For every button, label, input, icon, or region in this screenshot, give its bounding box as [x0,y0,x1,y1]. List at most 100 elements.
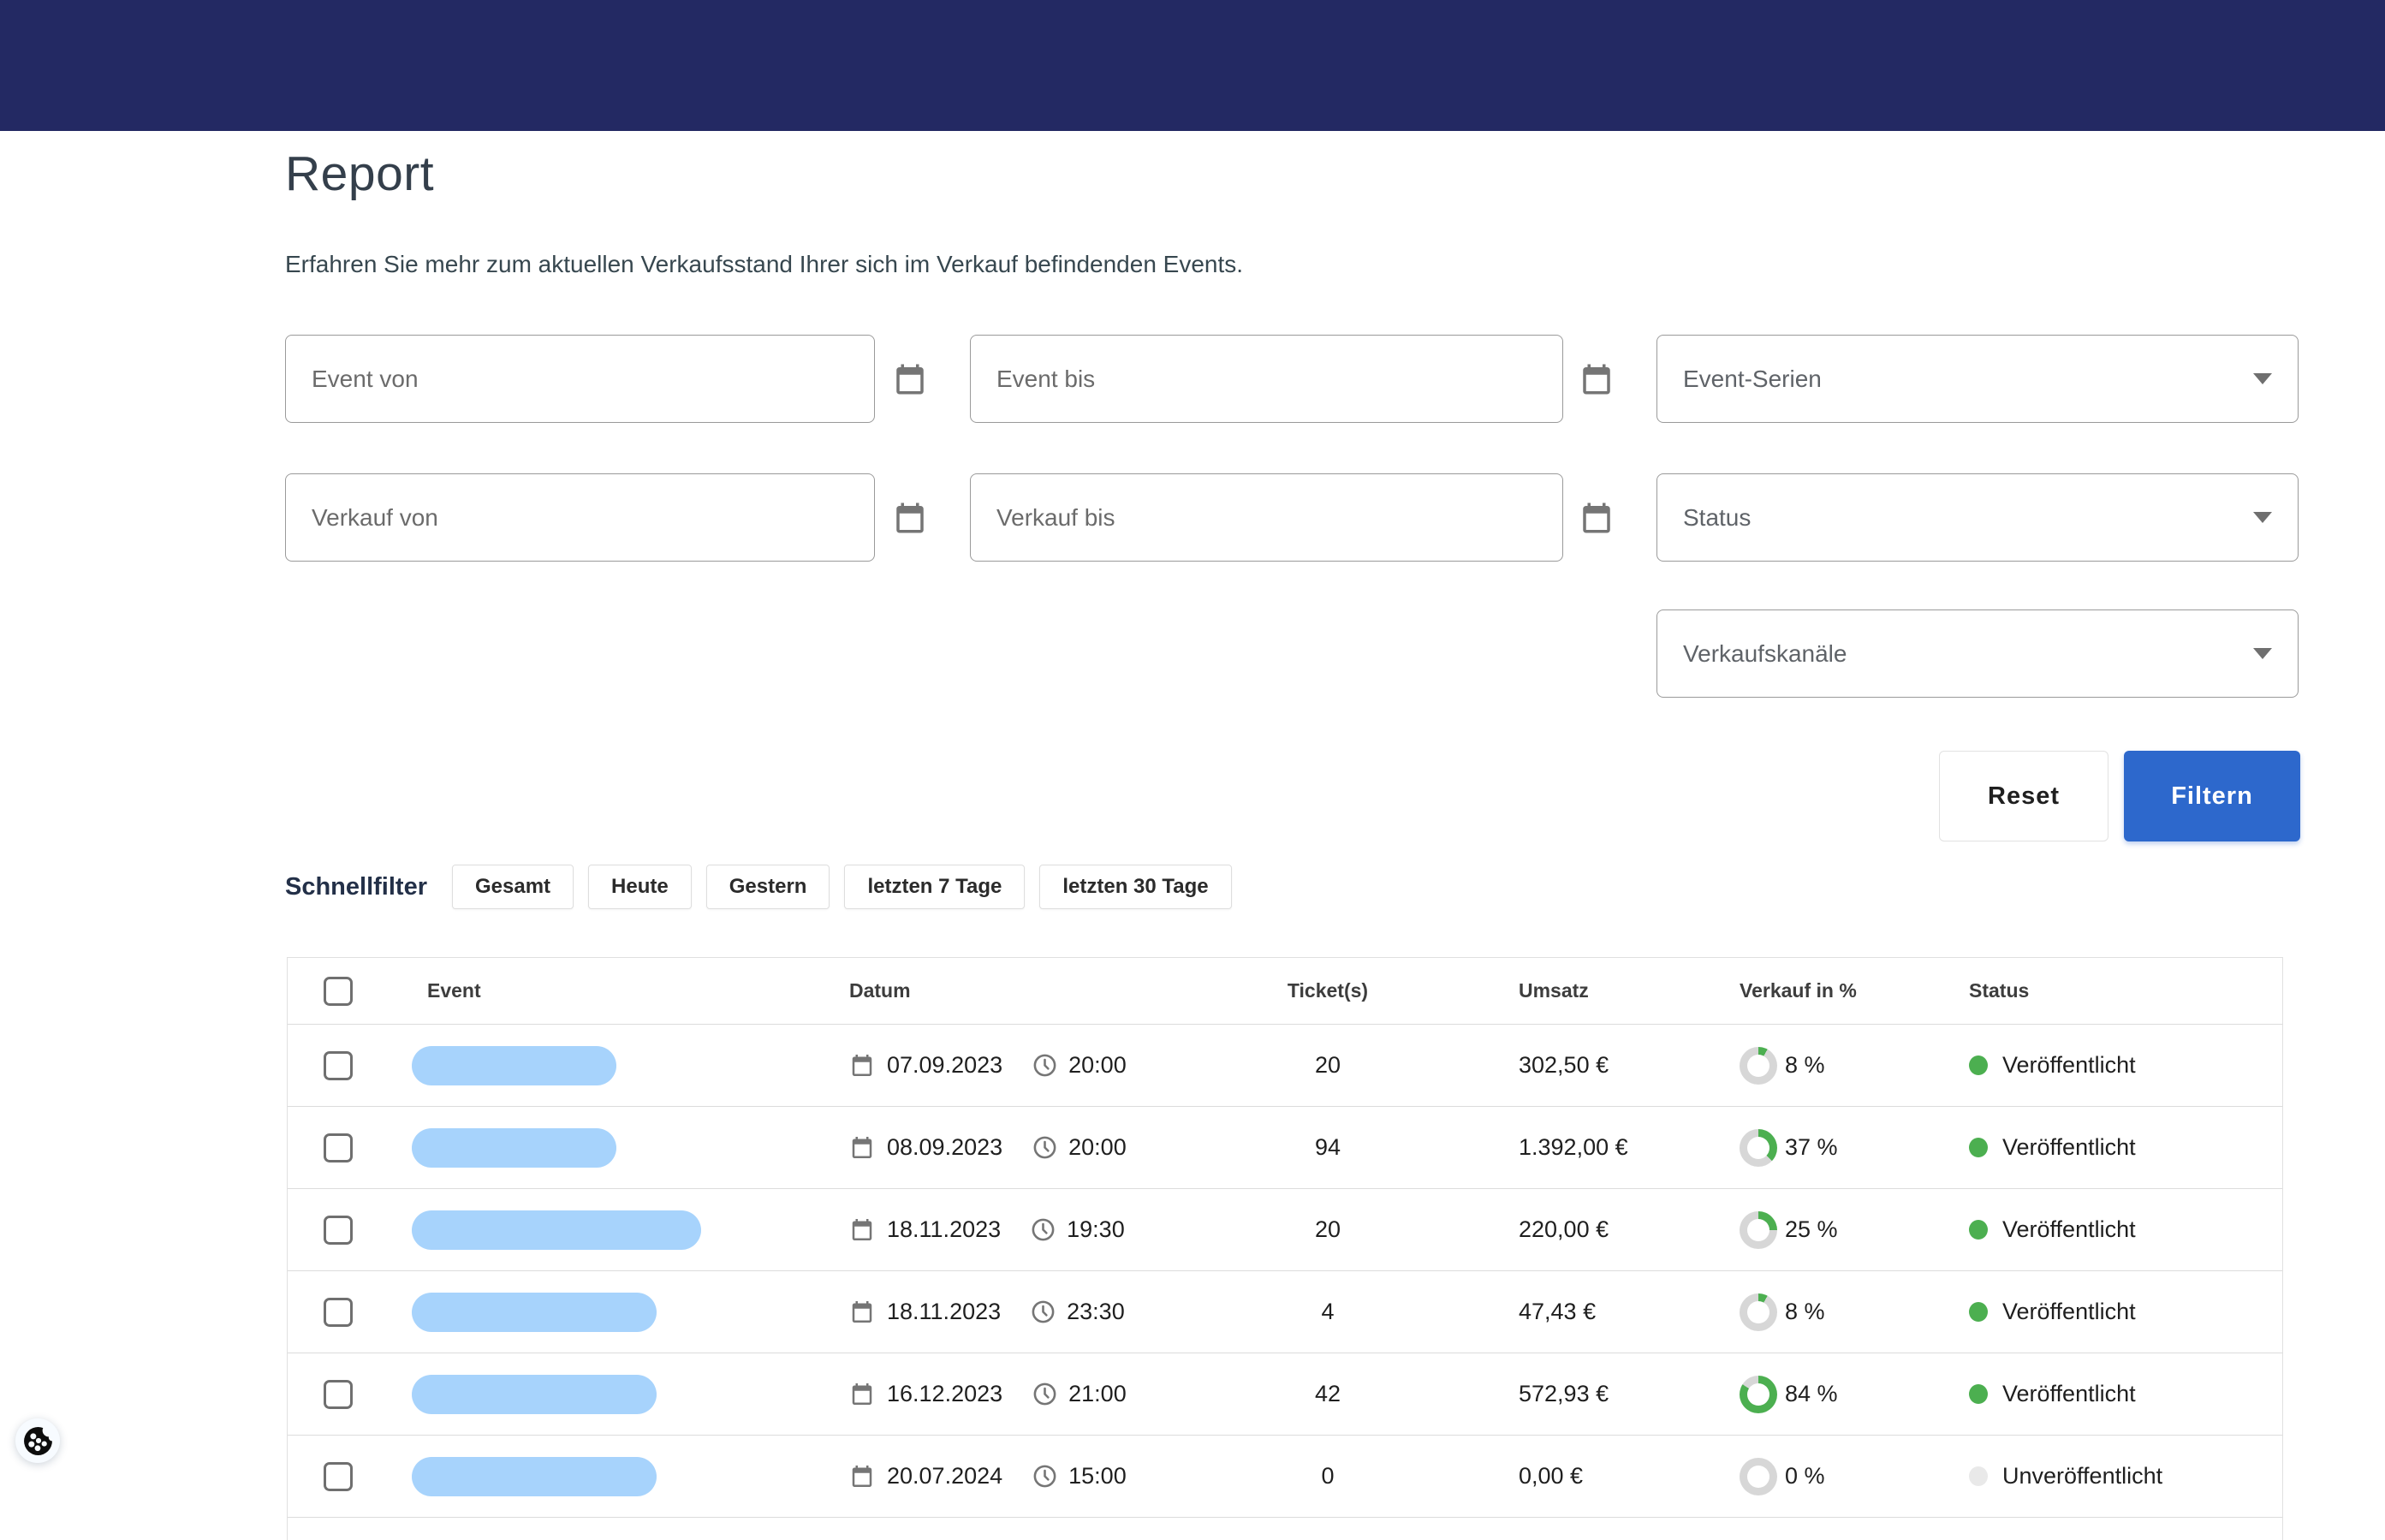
verkauf-bis-input[interactable]: Verkauf bis [970,473,1563,562]
status-badge: Veröffentlicht [2002,1299,2136,1325]
verkauf-cell: 25 % [1740,1211,1969,1249]
event-date: 20.07.2024 [887,1463,1002,1489]
tickets-cell: 4 [1246,1299,1409,1325]
tickets-cell: 20 [1246,1052,1409,1079]
table-row[interactable]: 08.09.2023 20:00 94 1.392,00 € 37 % Verö… [288,1107,2282,1189]
tickets-cell: 0 [1246,1463,1409,1489]
quick-filter-letzten-7-tage[interactable]: letzten 7 Tage [844,865,1025,909]
event-time: 21:00 [1068,1381,1127,1407]
row-checkbox[interactable] [324,1298,353,1327]
quick-filter-heute[interactable]: Heute [588,865,692,909]
event-date: 07.09.2023 [887,1052,1002,1079]
row-checkbox[interactable] [324,1380,353,1409]
column-header-umsatz: Umsatz [1519,979,1740,1002]
select-all-checkbox[interactable] [324,977,353,1006]
quick-filter-gesamt[interactable]: Gesamt [452,865,574,909]
event-von-calendar-button[interactable] [890,359,930,400]
calendar-icon [892,498,928,538]
status-badge: Veröffentlicht [2002,1381,2136,1407]
calendar-icon [849,1380,875,1408]
status-dot [1969,1384,1988,1404]
datum-cell: 08.09.2023 20:00 [849,1133,1246,1162]
top-navbar [0,0,2385,131]
verkauf-bis-placeholder: Verkauf bis [996,504,1115,532]
calendar-icon [1579,498,1615,538]
quick-filter-label: Schnellfilter [285,873,427,901]
status-select[interactable]: Status [1656,473,2299,562]
event-bis-calendar-button[interactable] [1577,359,1616,400]
clock-icon [1032,1463,1058,1489]
umsatz-cell: 0,00 € [1519,1463,1740,1489]
filtern-button[interactable]: Filtern [2124,751,2300,841]
event-date: 18.11.2023 [887,1299,1001,1325]
event-date: 18.11.2023 [887,1216,1001,1243]
sales-percent-donut [1740,1458,1777,1495]
table-header-row: Event Datum Ticket(s) Umsatz Verkauf in … [288,958,2282,1025]
quick-filter-letzten-30-tage[interactable]: letzten 30 Tage [1039,865,1231,909]
datum-cell: 18.11.2023 23:30 [849,1298,1246,1326]
event-bis-placeholder: Event bis [996,366,1095,393]
quick-filter-gestern[interactable]: Gestern [706,865,830,909]
table-row[interactable]: 20.07.2024 15:00 0 0,00 € 0 % Unveröffen… [288,1436,2282,1518]
column-header-verkauf: Verkauf in % [1740,979,1969,1002]
verkauf-cell: 84 % [1740,1376,1969,1413]
calendar-icon [849,1051,875,1079]
verkaufskanaele-select[interactable]: Verkaufskanäle [1656,609,2299,698]
verkauf-cell: 37 % [1740,1129,1969,1167]
tickets-cell: 20 [1246,1216,1409,1243]
table-row[interactable]: 18.11.2023 23:30 4 47,43 € 8 % Veröffent… [288,1271,2282,1353]
clock-icon [1030,1299,1056,1325]
report-page: Report Erfahren Sie mehr zum aktuellen V… [0,0,2385,1540]
row-checkbox[interactable] [324,1051,353,1080]
row-checkbox[interactable] [324,1216,353,1245]
verkauf-bis-calendar-button[interactable] [1577,497,1616,538]
page-subtitle: Erfahren Sie mehr zum aktuellen Verkaufs… [285,251,1243,278]
event-time: 15:00 [1068,1463,1127,1489]
event-date: 08.09.2023 [887,1134,1002,1161]
cookie-settings-button[interactable] [15,1418,60,1463]
event-von-input[interactable]: Event von [285,335,875,423]
tickets-cell: 94 [1246,1134,1409,1161]
status-badge: Veröffentlicht [2002,1216,2136,1243]
filter-row-2: Verkauf von Verkauf bis Status [285,473,2299,562]
table-body: 07.09.2023 20:00 20 302,50 € 8 % Veröffe… [288,1025,2282,1518]
verkauf-cell: 8 % [1740,1047,1969,1085]
event-bis-input[interactable]: Event bis [970,335,1563,423]
verkaufskanaele-label: Verkaufskanäle [1683,640,1847,668]
status-dot [1969,1220,1988,1240]
clock-icon [1032,1134,1058,1161]
event-serien-label: Event-Serien [1683,366,1822,393]
column-header-tickets: Ticket(s) [1246,979,1409,1002]
calendar-icon [849,1298,875,1326]
event-name-pill [412,1293,657,1332]
status-dot [1969,1138,1988,1157]
quick-filter-bar: Schnellfilter Gesamt Heute Gestern letzt… [285,863,1232,911]
table-row[interactable]: 18.11.2023 19:30 20 220,00 € 25 % Veröff… [288,1189,2282,1271]
datum-cell: 18.11.2023 19:30 [849,1216,1246,1244]
status-badge: Veröffentlicht [2002,1052,2136,1079]
table-row[interactable]: 16.12.2023 21:00 42 572,93 € 84 % Veröff… [288,1353,2282,1436]
sales-percent-label: 37 % [1785,1134,1838,1161]
tickets-cell: 42 [1246,1381,1409,1407]
datum-cell: 20.07.2024 15:00 [849,1462,1246,1490]
reset-button[interactable]: Reset [1939,751,2108,841]
row-checkbox[interactable] [324,1133,353,1162]
event-name-pill [412,1210,701,1250]
event-serien-select[interactable]: Event-Serien [1656,335,2299,423]
status-cell: Veröffentlicht [1969,1052,2283,1079]
column-header-status: Status [1969,979,2283,1002]
verkauf-von-calendar-button[interactable] [890,497,930,538]
sales-percent-donut [1740,1293,1777,1331]
column-header-event: Event [412,979,849,1002]
verkauf-von-input[interactable]: Verkauf von [285,473,875,562]
sales-percent-donut [1740,1211,1777,1249]
clock-icon [1030,1216,1056,1243]
status-cell: Unveröffentlicht [1969,1463,2283,1489]
column-header-datum: Datum [849,979,1246,1002]
calendar-icon [849,1462,875,1490]
calendar-icon [892,360,928,399]
event-name-pill [412,1128,616,1168]
row-checkbox[interactable] [324,1462,353,1491]
sales-percent-label: 25 % [1785,1216,1838,1243]
table-row[interactable]: 07.09.2023 20:00 20 302,50 € 8 % Veröffe… [288,1025,2282,1107]
